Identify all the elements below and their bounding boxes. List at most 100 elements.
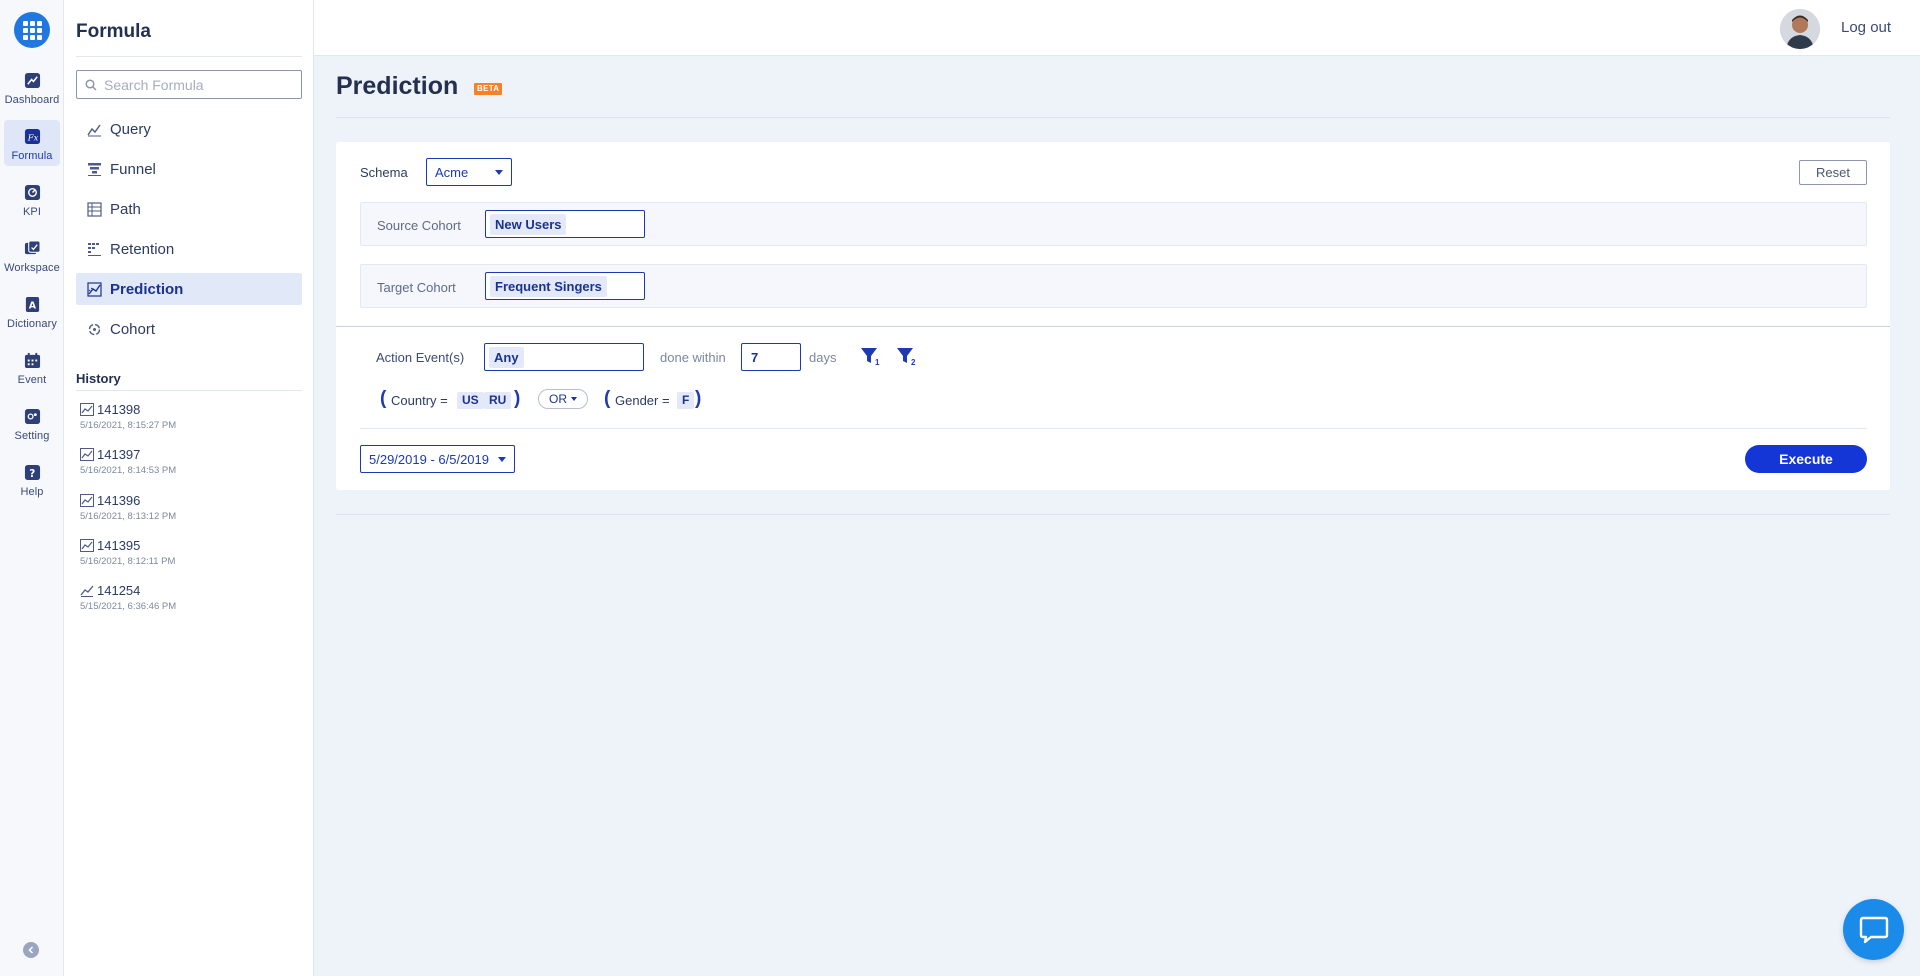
logic-operator-select[interactable]: OR — [538, 389, 588, 409]
source-cohort-input[interactable]: New Users — [485, 210, 645, 238]
history-item[interactable]: 141398 5/16/2021, 8:15:27 PM — [80, 402, 290, 442]
history-timestamp: 5/16/2021, 8:12:11 PM — [80, 556, 176, 567]
nav-label: Cohort — [110, 320, 156, 338]
rail-item-dictionary[interactable]: A Dictionary — [4, 288, 60, 334]
gear-icon — [24, 408, 40, 425]
close-paren: ) — [514, 388, 521, 409]
action-events-input[interactable]: Any — [484, 343, 644, 371]
filter-2-button[interactable]: 2 — [896, 346, 918, 368]
filter-2-subscript: 2 — [911, 358, 916, 367]
event-tag[interactable]: Any — [489, 346, 524, 368]
chevron-down-icon — [495, 170, 503, 175]
execute-button[interactable]: Execute — [1745, 445, 1867, 473]
target-cohort-label: Target Cohort — [377, 280, 456, 295]
svg-text:Fx: Fx — [26, 133, 38, 143]
condition-field[interactable]: Country = — [391, 393, 448, 408]
date-range-picker[interactable]: 5/29/2019 - 6/5/2019 — [360, 445, 515, 473]
path-icon — [87, 201, 102, 217]
action-events-label: Action Event(s) — [376, 350, 465, 365]
rail-label: Setting — [14, 430, 50, 442]
chat-launcher[interactable] — [1843, 899, 1904, 960]
search-icon — [85, 78, 97, 91]
prediction-form-card: Schema Acme Reset Source Cohort New User… — [336, 142, 1890, 490]
reset-button[interactable]: Reset — [1799, 160, 1867, 185]
days-label: days — [809, 350, 837, 365]
filter-1-subscript: 1 — [875, 358, 880, 367]
history-item[interactable]: 141397 5/16/2021, 8:14:53 PM — [80, 447, 290, 487]
logout-link[interactable]: Log out — [1841, 19, 1891, 36]
condition-field[interactable]: Gender = — [615, 393, 670, 408]
user-avatar-icon — [1780, 9, 1820, 49]
formula-icon: Fx — [24, 128, 40, 145]
nav-item-cohort[interactable]: Cohort — [76, 313, 302, 345]
nav-label: Retention — [110, 240, 175, 258]
rail-item-event[interactable]: Event — [4, 344, 60, 390]
condition-value-chip[interactable]: F — [677, 392, 695, 409]
schema-label: Schema — [360, 165, 408, 180]
query-icon — [87, 124, 101, 136]
history-item[interactable]: 141395 5/16/2021, 8:12:11 PM — [80, 538, 290, 578]
svg-text:?: ? — [29, 468, 35, 480]
nav-item-path[interactable]: Path — [76, 193, 302, 225]
nav-label: Path — [110, 200, 141, 218]
target-cohort-input[interactable]: Frequent Singers — [485, 272, 645, 300]
schema-select[interactable]: Acme — [426, 158, 512, 186]
divider — [336, 117, 1890, 118]
nav-item-retention[interactable]: Retention — [76, 233, 302, 265]
date-range-value: 5/29/2019 - 6/5/2019 — [369, 451, 489, 467]
svg-text:A: A — [28, 300, 36, 311]
collapse-chevron-icon[interactable] — [23, 942, 39, 958]
history-id: 141398 — [97, 402, 141, 417]
nav-label: Prediction — [110, 280, 184, 298]
rail-label: Dictionary — [7, 318, 57, 330]
app-logo-icon[interactable] — [14, 12, 50, 48]
rail-item-kpi[interactable]: KPI — [4, 176, 60, 222]
nav-item-prediction[interactable]: Prediction — [76, 273, 302, 305]
condition-value-chip[interactable]: RU — [484, 392, 512, 409]
days-input[interactable] — [746, 349, 800, 365]
history-id: 141397 — [97, 447, 141, 462]
chat-bubble-icon — [1859, 916, 1888, 943]
history-timestamp: 5/16/2021, 8:13:12 PM — [80, 511, 177, 522]
rail-item-workspace[interactable]: Workspace — [4, 232, 60, 278]
nav-item-query[interactable]: Query — [76, 113, 302, 145]
rail-item-help[interactable]: ? Help — [4, 456, 60, 502]
days-input-box[interactable] — [741, 343, 801, 371]
history-item[interactable]: 141396 5/16/2021, 8:13:12 PM — [80, 493, 290, 533]
history-timestamp: 5/15/2021, 6:36:46 PM — [80, 601, 177, 612]
condition-value-chip[interactable]: US — [457, 392, 484, 409]
rail-label: Formula — [11, 150, 53, 162]
avatar[interactable] — [1780, 9, 1820, 49]
query-icon — [80, 585, 94, 597]
formula-sidebar: Formula Query Funnel Path Retention Pred… — [64, 0, 314, 976]
history-item[interactable]: 141254 5/15/2021, 6:36:46 PM — [80, 583, 290, 623]
search-input[interactable] — [104, 76, 294, 93]
cohort-tag[interactable]: New Users — [490, 213, 567, 235]
kpi-icon — [24, 184, 40, 201]
top-bar: Log out — [314, 0, 1920, 56]
icon-rail: Dashboard Fx Formula KPI Workspace A Dic… — [0, 0, 64, 976]
close-paren: ) — [695, 388, 702, 409]
filter-1-button[interactable]: 1 — [860, 346, 882, 368]
help-icon: ? — [24, 464, 40, 481]
workspace-icon — [24, 240, 41, 255]
rail-item-setting[interactable]: Setting — [4, 400, 60, 446]
search-box[interactable] — [76, 70, 302, 99]
prediction-icon — [80, 539, 94, 552]
history-id: 141254 — [97, 583, 141, 598]
funnel-icon — [88, 162, 101, 176]
retention-icon — [88, 242, 101, 256]
chevron-down-icon — [498, 457, 506, 462]
source-cohort-row: Source Cohort New Users — [360, 202, 1867, 246]
history-timestamp: 5/16/2021, 8:14:53 PM — [80, 465, 177, 476]
nav-item-funnel[interactable]: Funnel — [76, 153, 302, 185]
history-id: 141396 — [97, 493, 141, 508]
rail-label: Event — [17, 374, 47, 386]
open-paren: ( — [380, 388, 387, 409]
rail-label: KPI — [22, 206, 42, 218]
divider — [76, 390, 302, 391]
rail-item-dashboard[interactable]: Dashboard — [4, 64, 60, 110]
rail-item-formula[interactable]: Fx Formula — [4, 120, 60, 166]
cohort-tag[interactable]: Frequent Singers — [490, 275, 607, 297]
prediction-icon — [80, 448, 94, 461]
